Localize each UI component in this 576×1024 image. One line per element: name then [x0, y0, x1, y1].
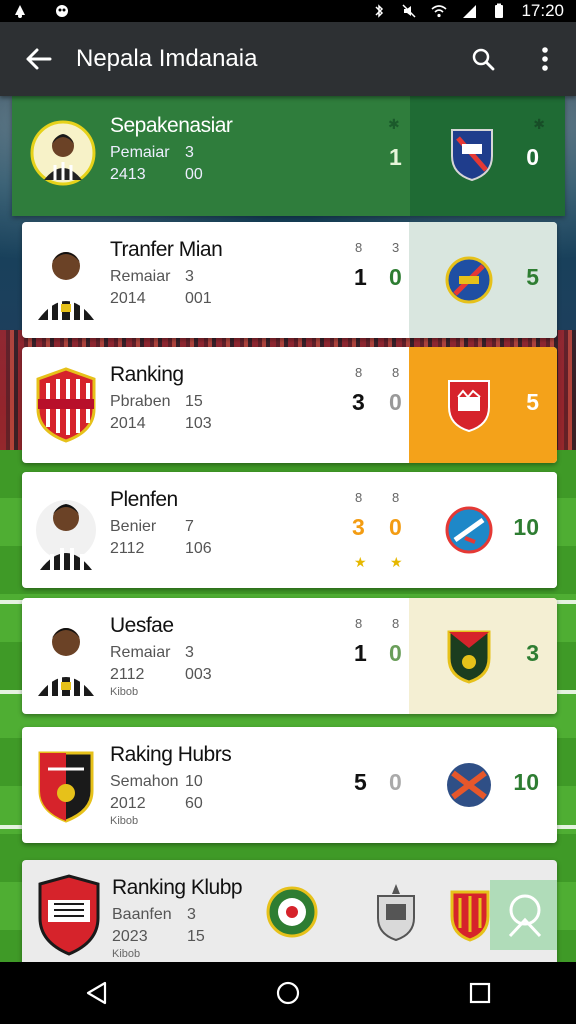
card-title: Ranking — [110, 363, 184, 386]
bluetooth-icon — [375, 4, 384, 18]
nav-home-button[interactable] — [258, 968, 318, 1018]
page-title: Nepala Imdanaia — [76, 45, 258, 72]
mini-stat: 8 — [355, 490, 363, 505]
mini-stat: 8 — [355, 240, 363, 255]
mini-stat: 8 — [392, 490, 400, 505]
player-avatar — [36, 500, 96, 570]
club-logo-icon — [38, 751, 94, 823]
player-avatar — [30, 120, 96, 186]
player-avatar — [38, 628, 94, 696]
card-points-panel: 10 — [409, 472, 557, 588]
club-crest-icon — [451, 129, 493, 182]
card-points-panel: 10 — [409, 727, 557, 843]
battery-icon — [495, 3, 504, 18]
club-crest-icon — [266, 886, 318, 938]
mute-icon — [402, 4, 416, 18]
points-value: 10 — [513, 514, 539, 540]
club-crest-icon — [447, 763, 491, 807]
square-recents-icon — [469, 982, 491, 1004]
ranking-card[interactable]: Ranking Pbraben 15 2014 103 8 8 3 0 5 — [22, 347, 557, 463]
status-bar: 17:20 — [0, 0, 576, 22]
app-bar: Nepala Imdanaia — [0, 22, 576, 96]
star-icon: ✱ — [388, 116, 400, 132]
card-title: Ranking Klubp — [112, 876, 243, 899]
card-caption: Kibob — [110, 815, 139, 827]
card-caption: Kibob — [110, 686, 139, 698]
points-value: 10 — [513, 769, 539, 795]
club-crest-icon — [448, 380, 490, 433]
ranking-card[interactable]: Tranfer Mian Remaiar 3 2014 001 8 3 1 0 5 — [22, 222, 557, 338]
system-navigation-bar — [0, 962, 576, 1024]
ranking-card[interactable]: Plenfen Benier 7 2112 106 8 8 3 0 ★ ★ 10 — [22, 472, 557, 588]
score-away: 0 — [389, 514, 402, 540]
card-title: Raking Hubrs — [110, 743, 232, 766]
club-crest-icon — [450, 890, 490, 942]
mini-stat: 3 — [392, 240, 400, 255]
wifi-icon — [431, 5, 447, 18]
card-title: Plenfen — [110, 488, 178, 511]
mini-stat: 8 — [392, 365, 400, 380]
points-value: 5 — [526, 264, 539, 290]
mini-stat: 8 — [355, 365, 363, 380]
club-crest-icon — [445, 506, 493, 554]
arrow-left-icon — [26, 48, 52, 70]
ranking-card[interactable]: Ranking Klubp Baanfen 3 2023 15 Kibob — [22, 860, 557, 970]
ranking-card[interactable]: Uesfae Remaiar 3 2112 003 Kibob 8 8 1 0 3 — [22, 598, 557, 714]
circle-home-icon — [276, 981, 300, 1005]
search-icon — [472, 48, 495, 71]
app-notification-icon — [15, 5, 25, 18]
score-away: 0 — [389, 640, 402, 666]
back-button[interactable] — [0, 47, 76, 71]
score-away: 0 — [389, 264, 402, 290]
card-points-panel: 3 — [409, 598, 557, 714]
watermark-logo-icon — [490, 880, 557, 950]
points-value: 0 — [526, 144, 539, 170]
card-title: Tranfer Mian — [110, 238, 223, 261]
search-button[interactable] — [452, 47, 514, 71]
score-home: 5 — [354, 769, 367, 795]
club-logo-icon — [38, 874, 100, 956]
more-vert-icon — [542, 47, 548, 71]
card-points-panel: ✱ 0 — [410, 96, 565, 216]
score-home: 3 — [352, 389, 365, 415]
ranking-card[interactable]: Raking Hubrs Semahon 10 2012 60 Kibob 5 0 … — [22, 727, 557, 843]
score-away: 0 — [389, 769, 402, 795]
star-icon: ★ — [354, 554, 367, 570]
score-home: 3 — [352, 514, 365, 540]
featured-ranking-card[interactable]: Sepakenasiar Pemaiar 3 2413 00 ✱ 1 ✱ 0 — [12, 96, 565, 216]
points-value: 5 — [526, 389, 539, 415]
nav-back-button[interactable] — [66, 968, 126, 1018]
overflow-menu-button[interactable] — [514, 46, 576, 72]
status-time: 17:20 — [521, 1, 564, 20]
star-icon: ★ — [390, 554, 403, 570]
game-notification-icon — [56, 5, 68, 17]
signal-icon — [463, 5, 477, 18]
score-home: 1 — [354, 640, 367, 666]
nav-recents-button[interactable] — [450, 968, 510, 1018]
player-avatar — [38, 252, 94, 320]
score-away: 0 — [389, 389, 402, 415]
card-caption: Kibob — [112, 948, 141, 960]
card-points-panel: 5 — [409, 222, 557, 338]
score-home: 1 — [354, 264, 367, 290]
card-title: Uesfae — [110, 614, 174, 637]
club-crest-icon — [447, 630, 491, 684]
triangle-back-icon — [86, 981, 107, 1005]
club-logo-icon — [36, 367, 96, 443]
mini-stat: 8 — [392, 616, 400, 631]
club-crest-icon — [445, 256, 493, 304]
score-value: 1 — [389, 144, 402, 170]
card-title: Sepakenasiar — [110, 114, 233, 137]
star-icon: ✱ — [533, 116, 545, 132]
mini-stat: 8 — [355, 616, 363, 631]
club-crest-icon — [377, 884, 415, 942]
points-value: 3 — [526, 640, 539, 666]
card-points-panel: 5 — [409, 347, 557, 463]
